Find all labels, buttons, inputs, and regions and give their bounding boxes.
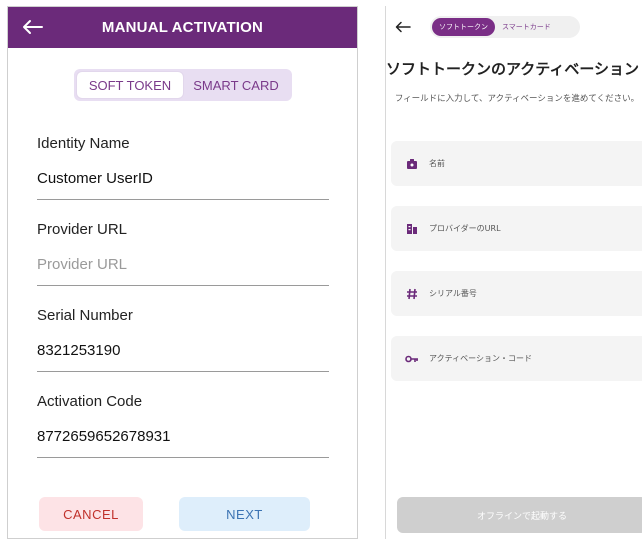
field-label: プロバイダーのURL — [429, 224, 501, 233]
field-label: Serial Number — [37, 307, 133, 324]
tab-soft-token[interactable]: SOFT TOKEN — [77, 72, 183, 98]
serial-number-input[interactable]: 8321253190 — [37, 342, 329, 359]
header-bar: MANUAL ACTIVATION — [8, 7, 357, 48]
soft-token-activation-screen: ソフトトークン スマートカード ソフトトークンのアクティベーション フィールドに… — [385, 6, 642, 539]
field-label: Provider URL — [37, 221, 128, 238]
instructions-text: フィールドに入力して、アクティベーションを進めてください。 — [394, 94, 640, 104]
page-title: ソフトトークンのアクティベーション — [386, 60, 640, 78]
tab-smart-card[interactable]: スマートカード — [495, 18, 558, 36]
activation-code-field[interactable]: アクティベーション・コード — [391, 336, 642, 381]
building-icon — [405, 222, 419, 236]
field-label: Identity Name — [37, 135, 130, 152]
id-badge-icon — [405, 157, 419, 171]
field-underline — [37, 285, 329, 286]
identity-name-input[interactable]: Customer UserID — [37, 170, 329, 187]
serial-number-field[interactable]: Serial Number 8321253190 — [37, 307, 329, 372]
provider-url-input[interactable]: Provider URL — [37, 256, 329, 273]
manual-activation-screen: MANUAL ACTIVATION SOFT TOKEN SMART CARD … — [7, 6, 358, 539]
key-icon — [405, 352, 419, 366]
identity-name-field[interactable]: Identity Name Customer UserID — [37, 135, 329, 200]
provider-url-field[interactable]: Provider URL Provider URL — [37, 221, 329, 286]
field-label: Activation Code — [37, 393, 143, 410]
back-arrow-icon[interactable] — [18, 13, 46, 41]
field-label: シリアル番号 — [429, 289, 477, 298]
cancel-button[interactable]: CANCEL — [39, 497, 143, 531]
next-button[interactable]: NEXT — [179, 497, 310, 531]
serial-number-field[interactable]: シリアル番号 — [391, 271, 642, 316]
activation-code-field[interactable]: Activation Code 8772659652678931 — [37, 393, 329, 458]
start-offline-button[interactable]: オフラインで起動する — [397, 497, 642, 533]
activation-code-input[interactable]: 8772659652678931 — [37, 428, 329, 445]
provider-url-field[interactable]: プロバイダーのURL — [391, 206, 642, 251]
field-underline — [37, 457, 329, 458]
field-underline — [37, 199, 329, 200]
token-type-segmented-control: SOFT TOKEN SMART CARD — [74, 69, 292, 101]
page-title: MANUAL ACTIVATION — [101, 19, 264, 36]
field-label: アクティベーション・コード — [429, 354, 532, 363]
field-label: 名前 — [429, 159, 445, 168]
field-underline — [37, 371, 329, 372]
back-arrow-icon[interactable] — [392, 16, 414, 38]
token-type-segmented-control: ソフトトークン スマートカード — [430, 16, 580, 38]
tab-smart-card[interactable]: SMART CARD — [183, 72, 289, 98]
hash-icon — [405, 287, 419, 301]
name-field[interactable]: 名前 — [391, 141, 642, 186]
tab-soft-token[interactable]: ソフトトークン — [432, 18, 495, 36]
